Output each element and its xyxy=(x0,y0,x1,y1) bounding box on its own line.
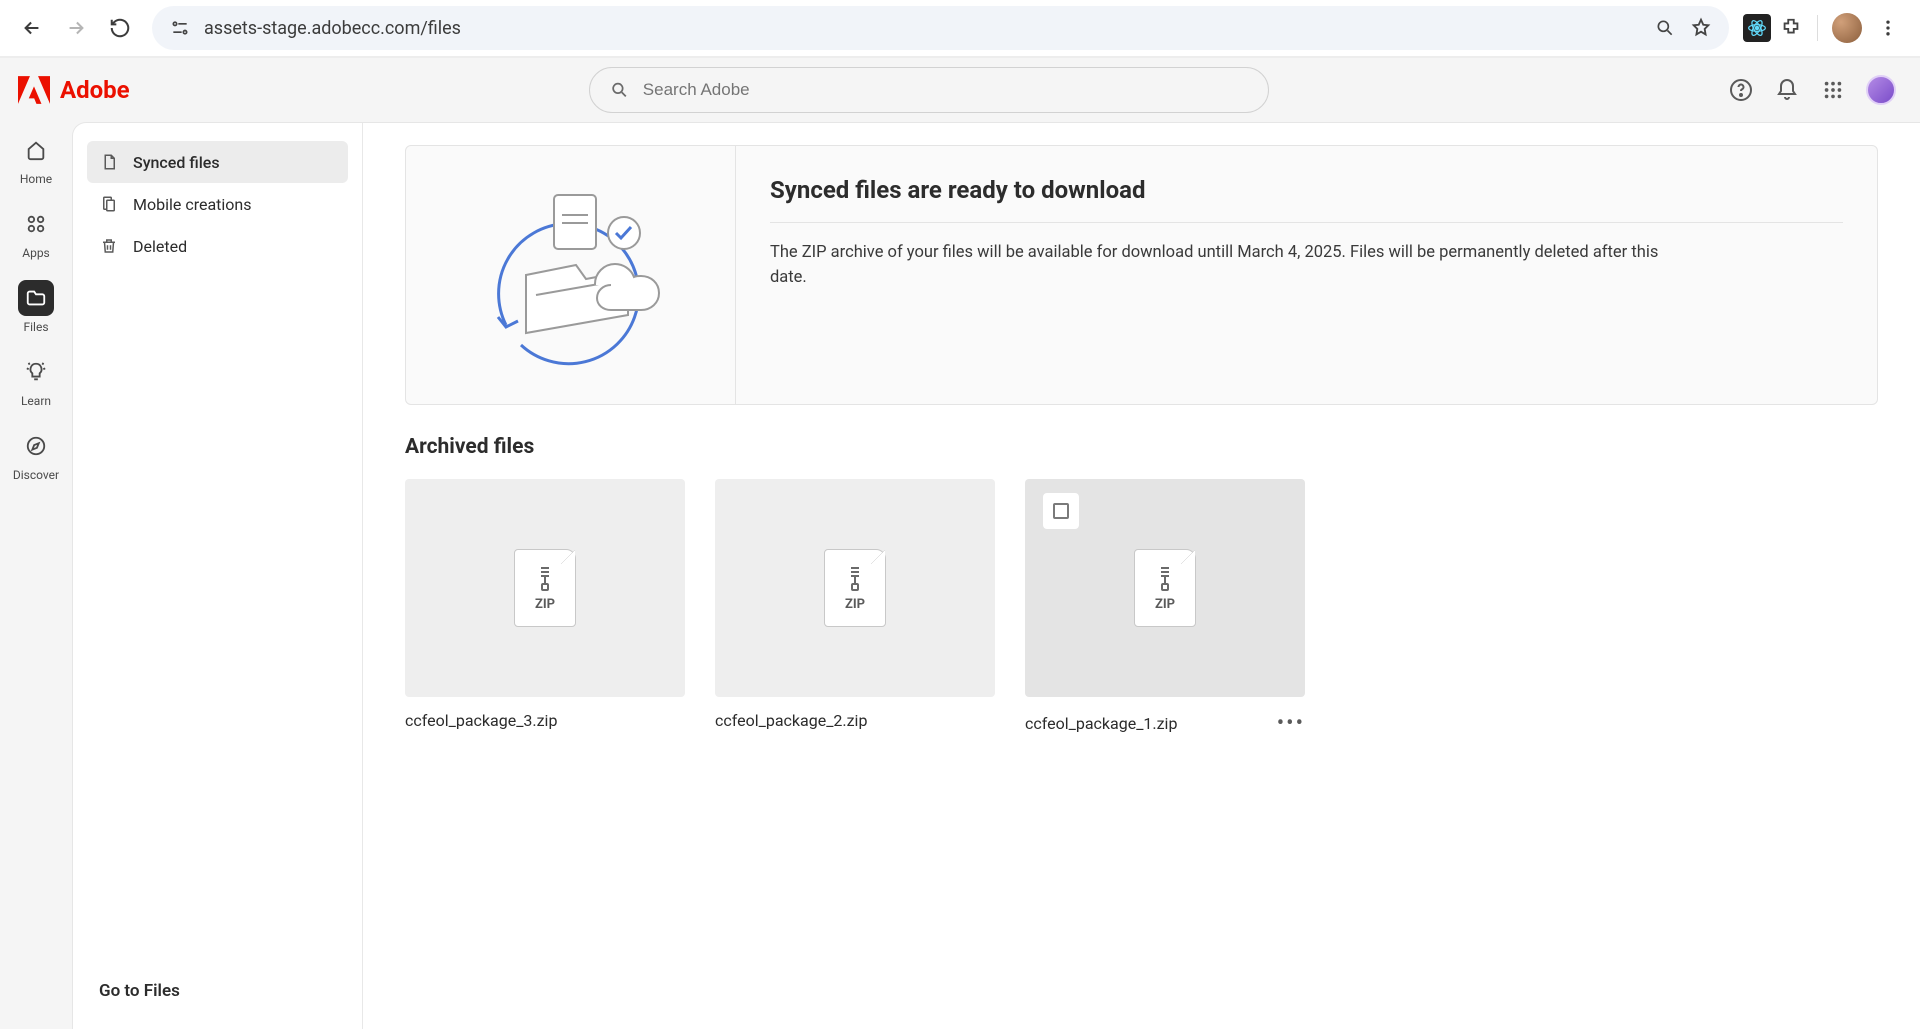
home-icon xyxy=(25,139,47,161)
file-card: ZIP ccfeol_package_2.zip xyxy=(715,479,995,736)
url-bar[interactable]: assets-stage.adobecc.com/files xyxy=(152,6,1729,50)
sidebar-item-synced-files[interactable]: Synced files xyxy=(87,141,348,183)
file-thumbnail[interactable]: ZIP xyxy=(1025,479,1305,697)
browser-chrome: assets-stage.adobecc.com/files xyxy=(0,0,1920,58)
banner-text: Synced files are ready to download The Z… xyxy=(736,146,1877,404)
rail-item-discover[interactable]: Discover xyxy=(13,428,59,482)
rail-label: Apps xyxy=(22,246,50,260)
content: Synced files are ready to download The Z… xyxy=(363,123,1920,1029)
rail-item-home[interactable]: Home xyxy=(18,132,54,186)
arrow-right-icon xyxy=(65,17,87,39)
lightbulb-icon xyxy=(25,361,47,383)
browser-profile-avatar[interactable] xyxy=(1832,13,1862,43)
arrow-left-icon xyxy=(21,17,43,39)
trash-icon xyxy=(100,237,118,255)
go-to-files-link[interactable]: Go to Files xyxy=(99,981,180,1001)
user-avatar[interactable] xyxy=(1866,75,1896,105)
sidebar-footer: Go to Files xyxy=(87,971,348,1011)
file-card: ZIP ccfeol_package_3.zip xyxy=(405,479,685,736)
zip-file-icon: ZIP xyxy=(824,549,886,627)
search-bar[interactable] xyxy=(589,67,1269,113)
zoom-icon[interactable] xyxy=(1653,16,1677,40)
kebab-icon xyxy=(1878,18,1898,38)
notifications-icon[interactable] xyxy=(1774,77,1800,103)
section-title: Archived files xyxy=(405,435,1878,459)
file-thumbnail[interactable]: ZIP xyxy=(715,479,995,697)
search-icon xyxy=(610,80,629,100)
sidebar-item-label: Synced files xyxy=(133,153,220,172)
browser-reload-button[interactable] xyxy=(102,10,138,46)
download-banner: Synced files are ready to download The Z… xyxy=(405,145,1878,405)
apps-icon xyxy=(25,213,47,235)
browser-back-button[interactable] xyxy=(14,10,50,46)
file-name: ccfeol_package_1.zip xyxy=(1025,714,1177,733)
rail-label: Discover xyxy=(13,468,59,482)
site-settings-icon[interactable] xyxy=(168,16,192,40)
banner-illustration xyxy=(406,146,736,404)
adobe-logo[interactable]: Adobe xyxy=(18,76,130,104)
divider xyxy=(1817,15,1818,41)
zip-file-icon: ZIP xyxy=(1134,549,1196,627)
brand-text: Adobe xyxy=(60,76,130,104)
browser-forward-button[interactable] xyxy=(58,10,94,46)
sync-files-illustration-icon xyxy=(466,175,676,375)
folder-icon xyxy=(25,287,47,309)
file-thumbnail[interactable]: ZIP xyxy=(405,479,685,697)
file-name: ccfeol_package_3.zip xyxy=(405,711,557,730)
compass-icon xyxy=(25,435,47,457)
url-text: assets-stage.adobecc.com/files xyxy=(204,18,1641,39)
search-input[interactable] xyxy=(643,80,1248,100)
extensions-icon[interactable] xyxy=(1779,16,1803,40)
bookmark-star-icon[interactable] xyxy=(1689,16,1713,40)
banner-title: Synced files are ready to download xyxy=(770,176,1843,223)
sidebar-item-label: Mobile creations xyxy=(133,195,252,214)
app-header: Adobe xyxy=(0,58,1920,122)
rail-item-learn[interactable]: Learn xyxy=(18,354,54,408)
file-name: ccfeol_package_2.zip xyxy=(715,711,867,730)
rail-label: Learn xyxy=(21,394,51,408)
zip-type-label: ZIP xyxy=(1155,597,1175,612)
mobile-icon xyxy=(100,195,118,213)
app-body: Home Apps Files Learn Discover Synced fi… xyxy=(0,122,1920,1029)
file-more-button[interactable]: ••• xyxy=(1277,711,1305,736)
sidebar-item-label: Deleted xyxy=(133,237,187,256)
sidebar-item-mobile-creations[interactable]: Mobile creations xyxy=(87,183,348,225)
rail-item-apps[interactable]: Apps xyxy=(18,206,54,260)
rail-label: Home xyxy=(20,172,52,186)
file-grid: ZIP ccfeol_package_3.zip ZIP xyxy=(405,479,1878,736)
main-panel: Synced files Mobile creations Deleted Go… xyxy=(72,122,1920,1029)
header-actions xyxy=(1728,75,1902,105)
file-card: ZIP ccfeol_package_1.zip ••• xyxy=(1025,479,1305,736)
react-devtools-icon[interactable] xyxy=(1743,14,1771,42)
sidebar-item-deleted[interactable]: Deleted xyxy=(87,225,348,267)
zip-type-label: ZIP xyxy=(535,597,555,612)
reload-icon xyxy=(109,17,131,39)
sidebar: Synced files Mobile creations Deleted Go… xyxy=(73,123,363,1029)
left-rail: Home Apps Files Learn Discover xyxy=(0,122,72,1029)
adobe-logo-icon xyxy=(18,76,50,104)
banner-description: The ZIP archive of your files will be av… xyxy=(770,223,1670,291)
browser-menu-button[interactable] xyxy=(1870,10,1906,46)
file-select-checkbox[interactable] xyxy=(1043,493,1079,529)
rail-item-files[interactable]: Files xyxy=(18,280,54,334)
app-switcher-icon[interactable] xyxy=(1820,77,1846,103)
help-icon[interactable] xyxy=(1728,77,1754,103)
zip-file-icon: ZIP xyxy=(514,549,576,627)
rail-label: Files xyxy=(23,320,48,334)
file-icon xyxy=(100,153,118,171)
zip-type-label: ZIP xyxy=(845,597,865,612)
